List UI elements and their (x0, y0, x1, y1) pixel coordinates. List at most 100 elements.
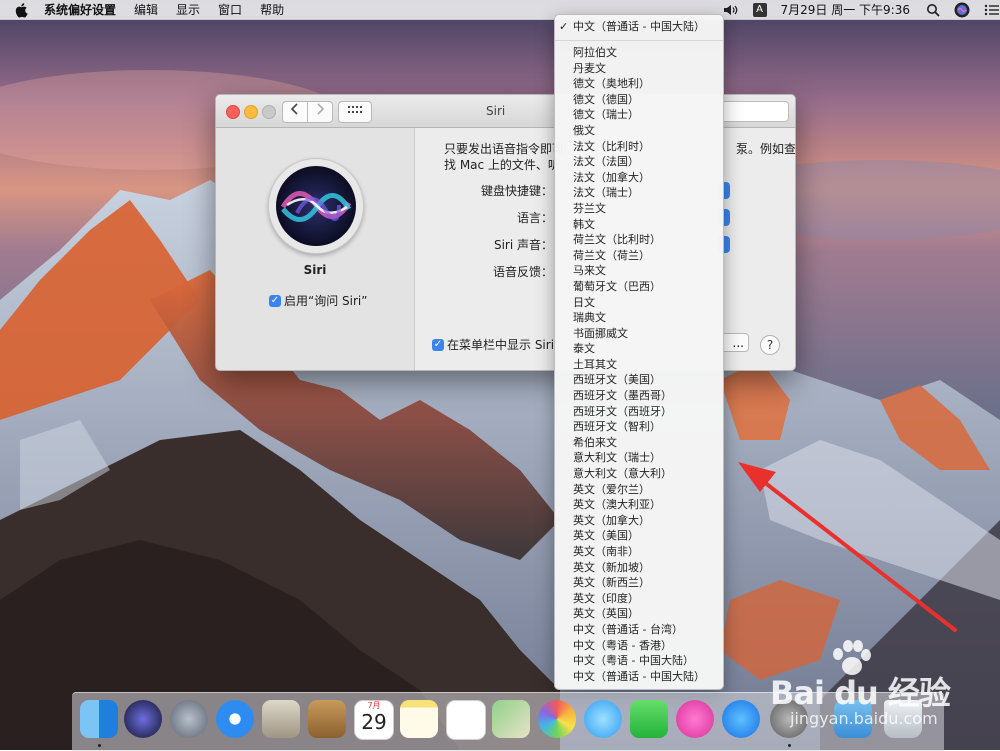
menu-item-language[interactable]: 英文（加拿大） (573, 513, 705, 529)
menu-item-language[interactable]: 意大利文（意大利） (573, 466, 705, 482)
window-close-button[interactable] (226, 105, 240, 119)
menu-item-language[interactable]: 英文（新西兰） (573, 575, 705, 591)
menu-item-language[interactable]: 德文（德国） (573, 92, 705, 108)
app-store-icon[interactable] (722, 700, 760, 738)
menu-item-language[interactable]: 德文（奥地利） (573, 76, 705, 92)
menu-item-language[interactable]: 芬兰文 (573, 201, 705, 217)
keyboard-shortcut-label: 键盘快捷键： (480, 184, 553, 198)
menu-item-language[interactable]: 英文（澳大利亚） (573, 497, 705, 513)
itunes-icon[interactable] (676, 700, 714, 738)
notification-center-icon[interactable] (984, 3, 1000, 17)
window-minimize-button[interactable] (244, 105, 258, 119)
mail-stamp-icon[interactable] (262, 700, 300, 738)
menu-item-language[interactable]: 西班牙文（美国） (573, 372, 705, 388)
menu-item-language[interactable]: 希伯来文 (573, 435, 705, 451)
watermark-brand: Bai du 经验 (770, 674, 951, 712)
menu-item-language[interactable]: 丹麦文 (573, 61, 705, 77)
menu-item-language[interactable]: 中文（普通话 - 中国大陆） (573, 669, 705, 685)
running-indicator (788, 744, 791, 747)
calendar-day: 29 (361, 710, 387, 734)
contacts-icon[interactable] (308, 700, 346, 738)
menu-item-language[interactable]: 泰文 (573, 341, 705, 357)
menu-item-language[interactable]: 马来文 (573, 263, 705, 279)
maps-icon[interactable] (492, 700, 530, 738)
menu-item-language[interactable]: 日文 (573, 295, 705, 311)
menu-item-language[interactable]: 葡萄牙文（巴西） (573, 279, 705, 295)
siri-left-pane: Siri ✓ 启用“询问 Siri” (216, 128, 415, 370)
menu-item-language[interactable]: 法文（法国） (573, 154, 705, 170)
siri-name-label: Siri (303, 263, 327, 277)
menu-clock[interactable]: 7月29日 周一 下午9:36 (781, 1, 910, 18)
menu-item-language[interactable]: 英文（英国） (573, 606, 705, 622)
photos-icon[interactable] (538, 700, 576, 738)
menu-item-language[interactable]: 中文（普通话 - 台湾） (573, 622, 705, 638)
checkmark-icon: ✓ (269, 294, 281, 307)
enable-siri-label: 启用“询问 Siri” (284, 294, 368, 308)
menu-window[interactable]: 窗口 (218, 1, 242, 18)
facetime-icon[interactable] (630, 700, 668, 738)
menu-item-selected-label: 中文（普通话 - 中国大陆） (573, 20, 705, 33)
menu-item-language[interactable]: 中文（粤语 - 香港） (573, 638, 705, 654)
menu-item-language[interactable]: 西班牙文（西班牙） (573, 404, 705, 420)
menu-item-language[interactable]: 德文（瑞士） (573, 107, 705, 123)
show-siri-in-menubar-checkbox[interactable]: ✓ 在菜单栏中显示 Siri (432, 336, 554, 353)
notes-icon[interactable] (400, 700, 438, 738)
menu-item-language[interactable]: 意大利文（瑞士） (573, 450, 705, 466)
input-source-badge[interactable]: A (752, 2, 767, 17)
menu-item-language[interactable]: 英文（南非） (573, 544, 705, 560)
menu-item-language[interactable]: 英文（美国） (573, 528, 705, 544)
menu-item-language[interactable]: 韩文 (573, 217, 705, 233)
menu-item-language[interactable]: 英文（爱尔兰） (573, 482, 705, 498)
siri-logo-icon (268, 158, 364, 254)
grid-icon (348, 106, 362, 113)
menu-item-language[interactable]: 英文（新加坡） (573, 560, 705, 576)
language-dropdown-menu: ✓ 中文（普通话 - 中国大陆） 阿拉伯文 丹麦文 德文（奥地利） 德文（德国） 德文（瑞… (554, 14, 724, 690)
checkmark-icon: ✓ (559, 20, 569, 33)
calendar-icon[interactable]: 7月 29 (354, 700, 394, 740)
reminders-icon[interactable] (446, 700, 486, 740)
spotlight-search-icon[interactable] (926, 3, 940, 17)
volume-icon[interactable] (723, 3, 739, 17)
siri-dock-icon[interactable] (124, 700, 162, 738)
watermark: Bai du 经验 jingyan.baidu.com (770, 640, 990, 740)
menu-item-language[interactable]: 土耳其文 (573, 357, 705, 373)
menu-item-language[interactable]: 阿拉伯文 (573, 45, 705, 61)
show-all-button[interactable] (338, 101, 372, 123)
enable-siri-checkbox[interactable]: ✓ 启用“询问 Siri” (269, 292, 367, 309)
menu-app-name[interactable]: 系统偏好设置 (44, 1, 116, 18)
menu-item-language[interactable]: 西班牙文（智利） (573, 419, 705, 435)
menu-item-language[interactable]: 荷兰文（荷兰） (573, 248, 705, 264)
menu-item-language[interactable]: 书面挪威文 (573, 326, 705, 342)
menu-help[interactable]: 帮助 (260, 1, 284, 18)
menu-item-language[interactable]: 西班牙文（墨西哥） (573, 388, 705, 404)
back-button[interactable] (282, 101, 308, 123)
menu-separator (555, 40, 723, 41)
menu-item-language[interactable]: 法文（加拿大） (573, 170, 705, 186)
siri-menu-icon[interactable] (954, 2, 970, 18)
launchpad-icon[interactable] (170, 700, 208, 738)
finder-icon[interactable] (80, 700, 118, 738)
menu-item-language[interactable]: 中文（粤语 - 中国大陆） (573, 653, 705, 669)
messages-icon[interactable] (584, 700, 622, 738)
menu-item-selected[interactable]: ✓ 中文（普通话 - 中国大陆） (559, 19, 705, 35)
menu-view[interactable]: 显示 (176, 1, 200, 18)
safari-icon[interactable] (216, 700, 254, 738)
forward-button[interactable] (307, 101, 333, 123)
apple-logo-icon[interactable] (14, 2, 30, 18)
menu-item-language[interactable]: 荷兰文（比利时） (573, 232, 705, 248)
menu-edit[interactable]: 编辑 (134, 1, 158, 18)
menu-item-language[interactable]: 瑞典文 (573, 310, 705, 326)
help-button[interactable]: ? (760, 335, 780, 355)
menu-item-language[interactable]: 法文（比利时） (573, 139, 705, 155)
language-label: 语言： (516, 211, 553, 225)
window-zoom-button[interactable] (262, 105, 276, 119)
preferences-search-input[interactable] (717, 101, 789, 122)
checkmark-icon: ✓ (432, 338, 444, 351)
menu-extras: A 7月29日 周一 下午9:36 (709, 0, 1000, 19)
menu-bar: 系统偏好设置 编辑 显示 窗口 帮助 A 7月29日 周一 下午9:36 (0, 0, 1000, 20)
running-indicator (98, 744, 101, 747)
menu-item-language[interactable]: 法文（瑞士） (573, 185, 705, 201)
menu-item-language[interactable]: 英文（印度） (573, 591, 705, 607)
voice-feedback-label: 语音反馈： (492, 265, 553, 279)
menu-item-language[interactable]: 俄文 (573, 123, 705, 139)
